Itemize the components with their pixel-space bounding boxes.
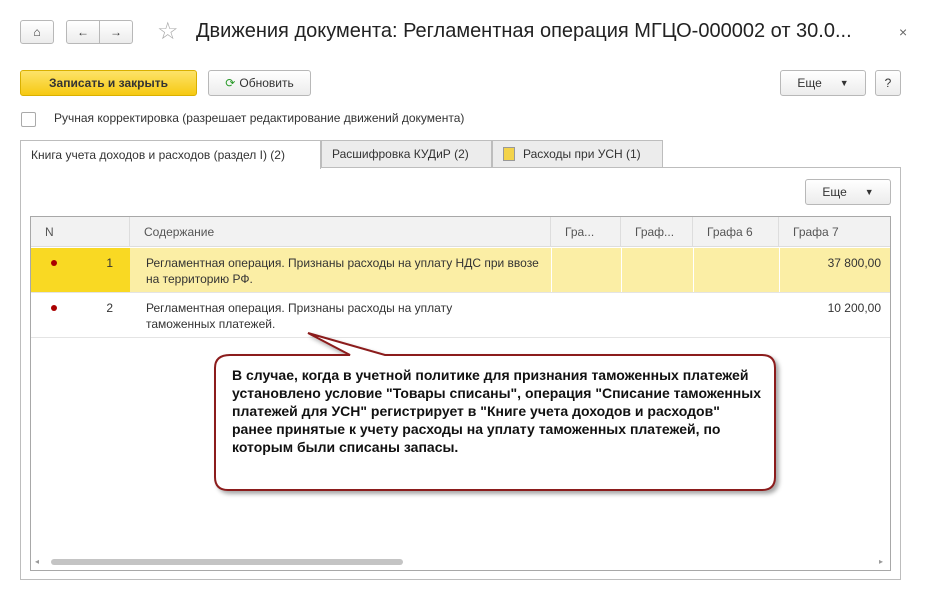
callout-shape: [214, 332, 776, 491]
tab-kudir[interactable]: Книга учета доходов и расходов (раздел I…: [20, 140, 321, 169]
callout-text: В случае, когда в учетной политике для п…: [232, 367, 762, 455]
